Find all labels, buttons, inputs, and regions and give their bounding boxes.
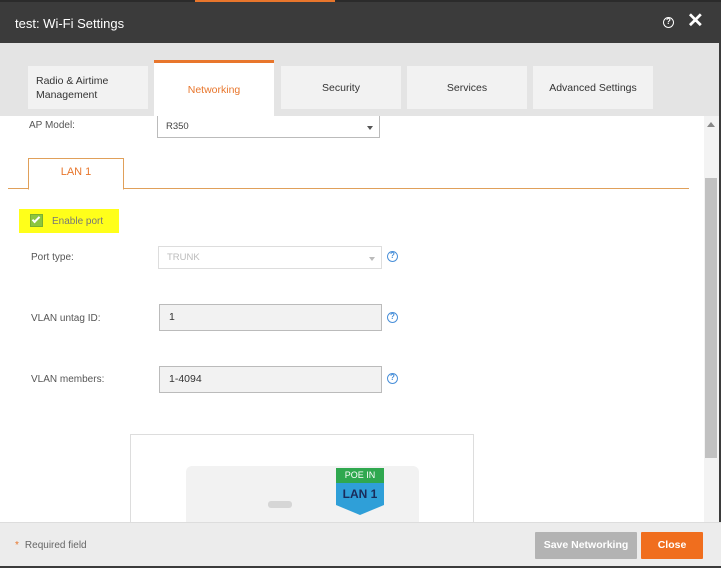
vertical-scrollbar[interactable] [704,116,719,522]
scrollbar-thumb[interactable] [705,178,717,458]
required-field-note: * Required field [15,540,87,551]
vlan-untag-help-icon[interactable]: ? [387,312,398,323]
tab-lan-1[interactable]: LAN 1 [28,158,124,190]
checkmark-icon [31,214,41,224]
chevron-down-icon [367,126,373,130]
dialog-titlebar: test: Wi-Fi Settings ? ✕ [0,2,721,43]
tab-bar: Radio & Airtime Management Networking Se… [0,43,721,116]
tab-services[interactable]: Services [407,66,527,109]
vlan-members-help-icon[interactable]: ? [387,373,398,384]
access-point-device: POE IN LAN 1 [186,466,419,522]
poe-in-badge: POE IN [336,468,384,483]
close-icon[interactable]: ✕ [687,11,704,31]
help-icon[interactable]: ? [663,17,674,28]
vlan-untag-label: VLAN untag ID: [31,313,101,324]
device-port-image: POE IN LAN 1 [130,434,474,522]
lan-1-badge: LAN 1 [336,483,384,505]
scroll-up-arrow-icon[interactable] [707,122,715,127]
enable-port-checkbox[interactable] [30,214,43,227]
device-slot [268,501,292,508]
tab-security[interactable]: Security [281,66,401,109]
required-star: * [15,540,19,551]
chevron-down-icon [369,257,375,261]
port-type-select[interactable]: TRUNK [158,246,382,269]
tab-radio-airtime[interactable]: Radio & Airtime Management [28,66,148,109]
save-networking-button[interactable]: Save Networking [535,532,637,559]
port-type-label: Port type: [31,252,74,263]
vlan-members-input[interactable]: 1-4094 [159,366,382,393]
networking-panel: AP Model: R350 LAN 1 Enable port Port ty… [0,116,704,522]
ap-model-select[interactable]: R350 [157,116,380,138]
tab-networking[interactable]: Networking [154,60,274,116]
dialog-title: test: Wi-Fi Settings [15,16,125,31]
lan-port-arrow-icon [336,505,384,515]
port-type-help-icon[interactable]: ? [387,251,398,262]
dialog-footer: * Required field Save Networking Close [0,522,721,568]
ap-model-value: R350 [166,121,189,132]
enable-port-label: Enable port [52,216,104,227]
ap-model-label: AP Model: [29,120,75,131]
tab-advanced-settings[interactable]: Advanced Settings [533,66,653,109]
required-field-text: Required field [24,540,87,551]
port-type-value: TRUNK [167,252,200,263]
close-button[interactable]: Close [641,532,703,559]
vlan-members-label: VLAN members: [31,374,105,385]
vlan-untag-input[interactable]: 1 [159,304,382,331]
